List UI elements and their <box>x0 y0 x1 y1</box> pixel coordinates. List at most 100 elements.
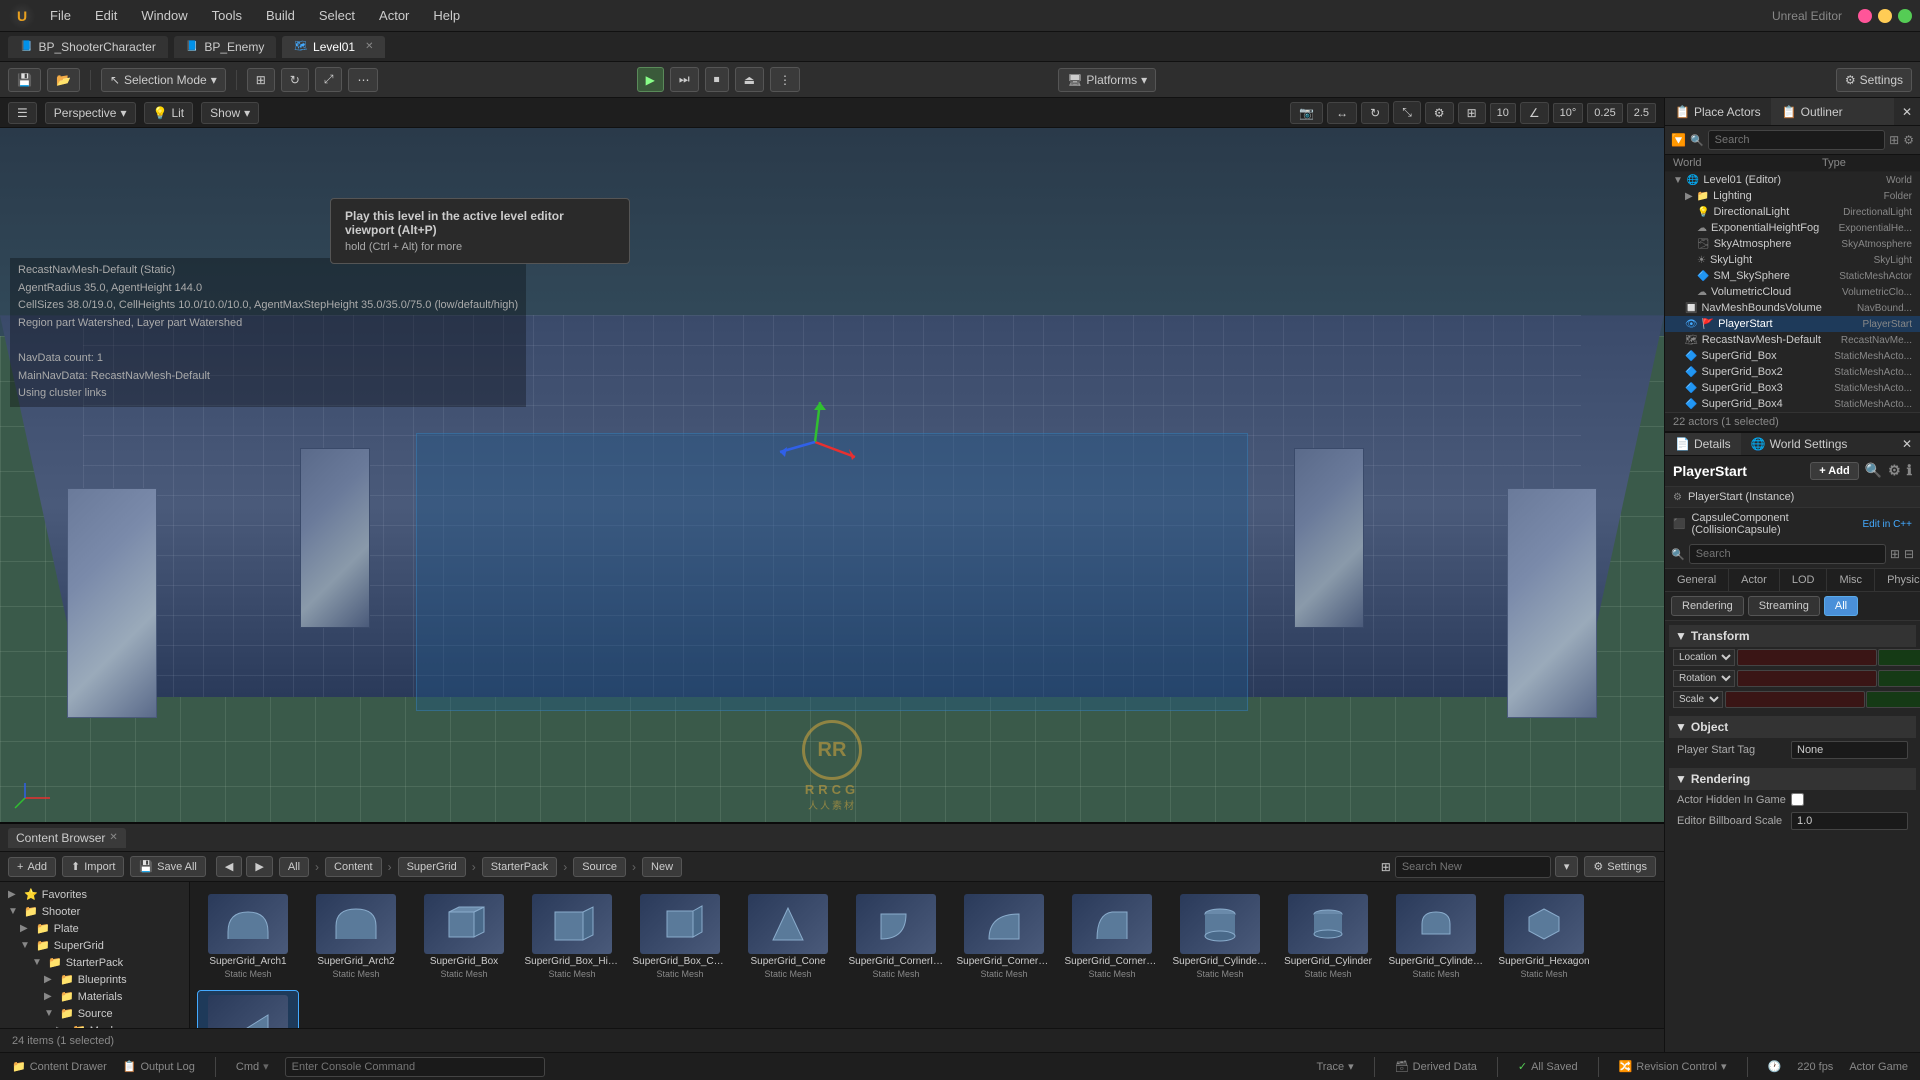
asset-cylinder[interactable]: SuperGrid_Cylinder Static Mesh <box>1278 890 1378 983</box>
details-more-icon[interactable]: ⚙ <box>1888 462 1901 480</box>
asset-box-centered[interactable]: SuperGrid_Box_Centered Static Mesh <box>630 890 730 983</box>
menu-edit[interactable]: Edit <box>85 4 127 27</box>
perspective-button[interactable]: Perspective ▾ <box>45 102 136 124</box>
outliner-row-sgbox2[interactable]: 🔷 SuperGrid_Box2 StaticMeshActo... <box>1665 364 1920 380</box>
outliner-row-sgbox4[interactable]: 🔷 SuperGrid_Box4 StaticMeshActo... <box>1665 396 1920 412</box>
tab-bp-enemy[interactable]: 📘 BP_Enemy <box>174 36 276 58</box>
transform-header[interactable]: ▼ Transform <box>1669 625 1916 647</box>
asset-arch2[interactable]: SuperGrid_Arch2 Static Mesh <box>306 890 406 983</box>
show-button[interactable]: Show ▾ <box>201 102 259 124</box>
cb-settings-button[interactable]: ⚙ Settings <box>1584 856 1656 877</box>
scale-x-input[interactable]: 1.0 <box>1725 691 1865 708</box>
outliner-row-skysphere[interactable]: 🔷 SM_SkySphere StaticMeshActor <box>1665 268 1920 284</box>
cb-tab-content-browser[interactable]: Content Browser ✕ <box>8 828 126 848</box>
outliner-row-volcloud[interactable]: ☁ VolumetricCloud VolumetricClo... <box>1665 284 1920 300</box>
outliner-search-input[interactable] <box>1708 130 1886 150</box>
rendering-header[interactable]: ▼ Rendering <box>1669 768 1916 790</box>
cb-import-button[interactable]: ⬆ Import <box>62 856 124 877</box>
viewport-menu-button[interactable]: ☰ <box>8 102 37 124</box>
menu-actor[interactable]: Actor <box>369 4 419 27</box>
asset-cyl-half[interactable]: SuperGrid_CylinderHalf Static Mesh <box>1386 890 1486 983</box>
details-collapse-icon[interactable]: ⊟ <box>1904 547 1914 561</box>
more-options-button[interactable]: ⋯ <box>348 68 378 92</box>
viewport-canvas[interactable]: RecastNavMesh-Default (Static) AgentRadi… <box>0 128 1664 822</box>
location-x-input[interactable]: -2160.0 <box>1737 649 1877 666</box>
outliner-row-sgbox[interactable]: 🔷 SuperGrid_Box StaticMeshActo... <box>1665 348 1920 364</box>
tab-level01-close[interactable]: ✕ <box>365 41 373 52</box>
menu-tools[interactable]: Tools <box>202 4 252 27</box>
outliner-close-button[interactable]: ✕ <box>1894 98 1920 125</box>
grid-size-value[interactable]: 10 <box>1490 103 1516 123</box>
console-input[interactable] <box>285 1057 545 1077</box>
cb-sidebar-item-favorites[interactable]: ▶ ⭐ Favorites <box>0 886 189 903</box>
render-tab-streaming[interactable]: Streaming <box>1748 596 1820 616</box>
snap-translate-button[interactable]: ⊞ <box>247 68 275 92</box>
asset-corner-inner[interactable]: SuperGrid_CornerInner Static Mesh <box>846 890 946 983</box>
scale-value[interactable]: 0.25 <box>1587 103 1622 123</box>
cb-save-all-button[interactable]: 💾 Save All <box>130 856 205 877</box>
menu-help[interactable]: Help <box>423 4 470 27</box>
snap-scale-button[interactable]: ⤢ <box>315 67 343 92</box>
location-dropdown[interactable]: Location <box>1673 649 1735 666</box>
scale-dropdown[interactable]: Scale <box>1673 691 1723 708</box>
play-button[interactable]: ▶ <box>637 67 664 92</box>
window-maximize[interactable] <box>1898 9 1912 23</box>
actor-hidden-checkbox[interactable] <box>1791 793 1804 806</box>
outliner-row-lighting[interactable]: ▶ 📁 Lighting Folder <box>1665 188 1920 204</box>
cb-breadcrumb-source[interactable]: Source <box>573 857 626 877</box>
dtab-general[interactable]: General <box>1665 569 1729 591</box>
snap-rotate-button[interactable]: ↻ <box>281 68 309 92</box>
cb-sidebar-item-supergrid[interactable]: ▼ 📁 SuperGrid <box>0 937 189 954</box>
add-component-button[interactable]: + Add <box>1810 462 1858 480</box>
camera-speed-button[interactable]: 📷 <box>1290 102 1323 124</box>
angle-value[interactable]: 10° <box>1553 103 1584 123</box>
window-close[interactable] <box>1858 9 1872 23</box>
cb-sidebar-item-plate[interactable]: ▶ 📁 Plate <box>0 920 189 937</box>
outliner-row-world[interactable]: ▼ 🌐 Level01 (Editor) World <box>1665 172 1920 188</box>
translate-button[interactable]: ↔ <box>1327 102 1357 124</box>
rotation-dropdown[interactable]: Rotation <box>1673 670 1735 687</box>
viewport-settings-button[interactable]: ⚙ <box>1425 102 1454 124</box>
derived-data-button[interactable]: 🗃 Derived Data <box>1395 1060 1477 1073</box>
render-tab-rendering[interactable]: Rendering <box>1671 596 1744 616</box>
output-log-button[interactable]: 📋 Output Log <box>123 1060 195 1073</box>
settings-button[interactable]: ⚙ Settings <box>1836 68 1912 92</box>
menu-file[interactable]: File <box>40 4 81 27</box>
details-search-icon[interactable]: 🔍 <box>1865 462 1882 480</box>
menu-select[interactable]: Select <box>309 4 365 27</box>
outliner-row-dirlight[interactable]: 💡 DirectionalLight DirectionalLight <box>1665 204 1920 220</box>
platforms-button[interactable]: 🖥 Platforms ▾ <box>1058 68 1156 92</box>
cmd-dropdown-icon[interactable]: ▾ <box>263 1060 269 1073</box>
outliner-row-skyatm[interactable]: 🌫 SkyAtmosphere SkyAtmosphere <box>1665 236 1920 252</box>
window-minimize[interactable] <box>1878 9 1892 23</box>
cb-back-button[interactable]: ◀ <box>216 856 242 877</box>
details-search-input[interactable] <box>1689 544 1886 564</box>
cb-search-input[interactable] <box>1395 856 1551 878</box>
content-drawer-button[interactable]: 📁 Content Drawer <box>12 1060 107 1073</box>
outliner-row-expfog[interactable]: ☁ ExponentialHeightFog ExponentialHe... <box>1665 220 1920 236</box>
tab-bp-shooter[interactable]: 📘 BP_ShooterCharacter <box>8 36 168 58</box>
details-tab-button[interactable]: 📄 Details <box>1665 433 1741 455</box>
cb-tab-close-icon[interactable]: ✕ <box>109 832 117 843</box>
selection-mode-button[interactable]: ↖ Selection Mode ▾ <box>101 68 226 92</box>
tab-level01[interactable]: 🗺 Level01 ✕ <box>282 36 385 58</box>
asset-corner-bend[interactable]: SuperGrid_CornerBend Static Mesh <box>1062 890 1162 983</box>
cb-sidebar-item-source[interactable]: ▼ 📁 Source <box>0 1005 189 1022</box>
render-tab-all[interactable]: All <box>1824 596 1858 616</box>
outliner-row-navmesh[interactable]: 🗺 RecastNavMesh-Default RecastNavMe... <box>1665 332 1920 348</box>
scale-y-input[interactable]: 1.0 <box>1866 691 1920 708</box>
details-info-icon[interactable]: ℹ <box>1907 462 1912 480</box>
cb-filter-button[interactable]: ▾ <box>1555 856 1579 877</box>
outliner-row-navmeshvol[interactable]: 🔲 NavMeshBoundsVolume NavBound... <box>1665 300 1920 316</box>
cb-add-button[interactable]: + Add <box>8 857 56 877</box>
lit-button[interactable]: 💡 Lit <box>144 102 194 124</box>
angle-snap-button[interactable]: ∠ <box>1520 102 1549 124</box>
rotation-y-input[interactable]: 0.0° <box>1878 670 1920 687</box>
skip-forward-button[interactable]: ⏭ <box>670 67 699 92</box>
details-component-row[interactable]: ⬛ CapsuleComponent (CollisionCapsule) Ed… <box>1665 508 1920 540</box>
eject-button[interactable]: ⏏ <box>735 67 764 92</box>
menu-window[interactable]: Window <box>131 4 197 27</box>
dtab-actor[interactable]: Actor <box>1729 569 1780 591</box>
asset-wedge[interactable]: SuperGrid_Wedge Static Mesh <box>198 991 298 1028</box>
asset-corner-outer[interactable]: SuperGrid_CornerOuter Static Mesh <box>954 890 1054 983</box>
